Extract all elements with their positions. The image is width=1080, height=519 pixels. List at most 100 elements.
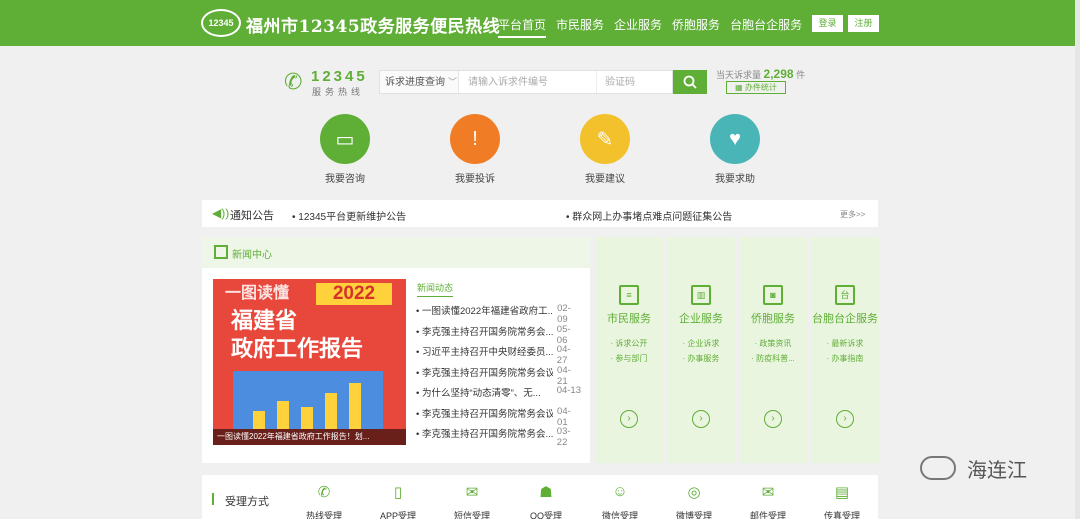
- channel-wechat[interactable]: ☺ 微信受理: [590, 483, 650, 519]
- search-button[interactable]: [673, 70, 707, 94]
- news-item-date: 02-09: [557, 303, 571, 325]
- nav-citizen[interactable]: 市民服务: [556, 16, 604, 38]
- arrow-right-icon[interactable]: ›: [764, 410, 782, 428]
- stats-button[interactable]: ▦ 办件统计: [726, 81, 786, 94]
- image-text-top: 一图读懂: [225, 285, 290, 302]
- speaker-icon: ◀)): [212, 206, 230, 220]
- today-suffix: 件: [796, 70, 806, 80]
- action-complain-label: 我要投诉: [455, 174, 495, 185]
- news-item-date: 04-01: [557, 405, 571, 428]
- notice-item-text: 群众网上办事堵点难点问题征集公告: [572, 212, 733, 223]
- arrow-right-icon[interactable]: ›: [836, 410, 854, 428]
- page-scrollbar[interactable]: [1075, 0, 1080, 519]
- document-icon: ≡: [619, 285, 639, 305]
- service-link[interactable]: · 防疫科普...: [739, 353, 807, 364]
- weibo-icon: ◎: [687, 484, 701, 501]
- news-item-title: 为什么坚持“动态清零”、无...: [421, 388, 541, 399]
- newspaper-icon: [214, 245, 228, 259]
- news-item[interactable]: • 习近平主持召开中央财经委员... 04-27: [416, 344, 581, 366]
- service-link[interactable]: · 企业诉求: [667, 338, 735, 349]
- service-link[interactable]: · 办事服务: [667, 353, 735, 364]
- news-item[interactable]: • 一图读懂2022年福建省政府工... 02-09: [416, 303, 581, 325]
- fax-icon: ▤: [834, 484, 850, 501]
- service-card-enterprise[interactable]: ▥ 企业服务 · 企业诉求 · 办事服务 ›: [667, 237, 735, 463]
- site-logo[interactable]: 12345: [201, 9, 241, 37]
- action-consult[interactable]: ▭ 我要咨询: [310, 114, 380, 185]
- arrow-right-icon[interactable]: ›: [620, 410, 638, 428]
- nav-home[interactable]: 平台首页: [498, 16, 547, 38]
- channel-qq[interactable]: ☗ QQ受理: [516, 483, 576, 519]
- news-feature-image[interactable]: 一图读懂 2022 福建省 政府工作报告 一图读懂2022年福建省政府工作报告！…: [213, 279, 406, 445]
- news-item-date: 05-06: [556, 323, 571, 346]
- nav-taiwan[interactable]: 台胞台企服务: [730, 16, 802, 38]
- action-suggest[interactable]: ✎ 我要建议: [570, 114, 640, 185]
- search-type-select[interactable]: 诉求进度查询 ﹀: [380, 71, 459, 93]
- service-link[interactable]: · 诉求公开: [595, 338, 663, 349]
- login-button[interactable]: 登录: [812, 15, 843, 32]
- news-item-title: 李克强主持召开国务院常务会议: [421, 367, 554, 379]
- news-center: 新闻中心 一图读懂 2022 福建省 政府工作报告 一图读懂2022年福建省政府…: [202, 237, 590, 463]
- news-item-date: 04-13: [556, 385, 581, 396]
- channel-label: 微信受理: [601, 511, 638, 519]
- edit-icon: ✎: [580, 114, 630, 164]
- service-card-overseas[interactable]: ◙ 侨胞服务 · 政策资讯 · 防疫科普... ›: [739, 237, 807, 463]
- stats-button-label: 办件统计: [744, 83, 777, 92]
- action-help[interactable]: ♥ 我要求助: [700, 114, 770, 185]
- tab-news-updates[interactable]: 新闻动态: [417, 281, 454, 297]
- service-card-title: 台胞台企服务: [812, 313, 878, 325]
- service-card-citizen[interactable]: ≡ 市民服务 · 诉求公开 · 参与部门 ›: [595, 237, 663, 463]
- notice-item[interactable]: • 12345平台更新维护公告: [292, 208, 406, 223]
- notice-item-text: 12345平台更新维护公告: [298, 212, 407, 223]
- top-header: 12345 福州市12345政务服务便民热线 平台首页 市民服务 企业服务 侨胞…: [0, 0, 1080, 46]
- chevron-down-icon: ﹀: [448, 77, 458, 87]
- channel-sms[interactable]: ✉ 短信受理: [442, 483, 502, 519]
- action-help-label: 我要求助: [715, 174, 755, 185]
- heart-hand-icon: ♥: [710, 114, 760, 164]
- service-link[interactable]: · 办事指南: [811, 353, 879, 364]
- service-card-taiwan[interactable]: 台 台胞台企服务 · 最新诉求 · 办事指南 ›: [811, 237, 879, 463]
- image-caption: 一图读懂2022年福建省政府工作报告！划...: [213, 429, 406, 445]
- arrow-right-icon[interactable]: ›: [692, 410, 710, 428]
- search-type-label: 诉求进度查询: [385, 77, 445, 88]
- search-input[interactable]: [460, 71, 594, 93]
- nav-enterprise[interactable]: 企业服务: [614, 16, 662, 38]
- channel-label: APP受理: [379, 511, 416, 519]
- news-item[interactable]: • 李克强主持召开国务院常务会... 03-22: [416, 426, 581, 448]
- building-icon: ▥: [691, 285, 711, 305]
- id-badge-icon: ◙: [763, 285, 783, 305]
- action-complain[interactable]: ! 我要投诉: [440, 114, 510, 185]
- register-button[interactable]: 注册: [848, 15, 879, 32]
- sms-icon: ✉: [465, 484, 479, 501]
- news-item[interactable]: • 李克强主持召开国务院常务会议 04-21: [416, 365, 581, 387]
- channel-label: 热线受理: [305, 511, 342, 519]
- channel-app[interactable]: ▯ APP受理: [368, 483, 428, 519]
- captcha-input[interactable]: [596, 71, 672, 93]
- news-item[interactable]: • 李克强主持召开国务院常务会议 04-01: [416, 405, 581, 428]
- news-item[interactable]: • 为什么坚持“动态清零”、无... 04-13: [416, 385, 581, 406]
- channel-label: 微博受理: [675, 511, 712, 519]
- image-illustration: [233, 371, 383, 429]
- channel-fax[interactable]: ▤ 传真受理: [812, 483, 872, 519]
- service-link[interactable]: · 政策资讯: [739, 338, 807, 349]
- channel-label: 邮件受理: [749, 511, 786, 519]
- news-item-title: 习近平主持召开中央财经委员...: [421, 347, 553, 358]
- main-nav: 平台首页 市民服务 企业服务 侨胞服务 台胞台企服务: [498, 16, 802, 38]
- phone-icon: ✆: [284, 69, 303, 94]
- channel-weibo[interactable]: ◎ 微博受理: [664, 483, 724, 519]
- notice-item[interactable]: • 群众网上办事堵点难点问题征集公告: [566, 208, 732, 223]
- service-link[interactable]: · 最新诉求: [811, 338, 879, 349]
- channel-label: QQ受理: [529, 511, 562, 519]
- nav-overseas[interactable]: 侨胞服务: [672, 16, 720, 38]
- notice-more-link[interactable]: 更多>>: [840, 209, 865, 220]
- channel-hotline[interactable]: ✆ 热线受理: [294, 483, 354, 519]
- channel-email[interactable]: ✉ 邮件受理: [738, 483, 798, 519]
- today-count-value: 2,298: [763, 67, 794, 81]
- logo-text: 12345: [208, 18, 234, 28]
- search-icon: [683, 75, 697, 89]
- taiwan-icon: 台: [835, 285, 855, 305]
- news-item[interactable]: • 李克强主持召开国务院常务会... 05-06: [416, 323, 581, 346]
- service-link[interactable]: · 参与部门: [595, 353, 663, 364]
- channel-label: 短信受理: [453, 511, 490, 519]
- service-card-title: 市民服务: [607, 313, 651, 325]
- wechat-icon: ☺: [612, 483, 628, 500]
